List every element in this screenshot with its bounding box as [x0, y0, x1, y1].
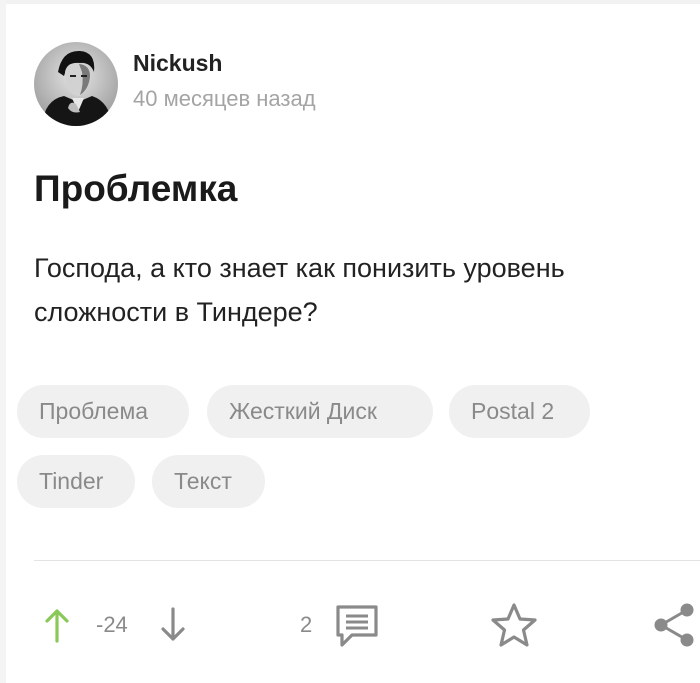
tag-chip[interactable]: Текст	[152, 455, 265, 508]
star-icon[interactable]	[490, 602, 538, 653]
tag-chip[interactable]: Жесткий Диск	[207, 385, 433, 438]
downvote-arrow-icon[interactable]	[158, 607, 188, 648]
avatar-photo	[34, 42, 118, 126]
divider	[34, 560, 700, 561]
post-body: Господа, а кто знает как понизить уровен…	[34, 246, 700, 334]
post-body-line: сложности в Тиндере?	[34, 297, 318, 327]
top-strip	[0, 0, 700, 4]
share-icon[interactable]	[650, 601, 700, 654]
author-avatar[interactable]	[34, 42, 118, 126]
post-timestamp: 40 месяцев назад	[133, 86, 316, 111]
tag-chip[interactable]: Проблема	[17, 385, 189, 438]
comment-icon[interactable]	[334, 603, 380, 654]
upvote-arrow-icon[interactable]	[42, 607, 72, 648]
left-edge	[0, 0, 6, 683]
comment-count: 2	[300, 612, 313, 637]
rating-value: -24	[96, 612, 128, 637]
author-username[interactable]: Nickush	[133, 50, 222, 77]
post-action-bar: -24 2	[0, 595, 700, 655]
tag-chip[interactable]: Tinder	[17, 455, 135, 508]
tag-chip[interactable]: Postal 2	[449, 385, 590, 438]
post-title[interactable]: Проблемка	[34, 168, 237, 210]
post-body-line: Господа, а кто знает как понизить уровен…	[34, 253, 565, 283]
